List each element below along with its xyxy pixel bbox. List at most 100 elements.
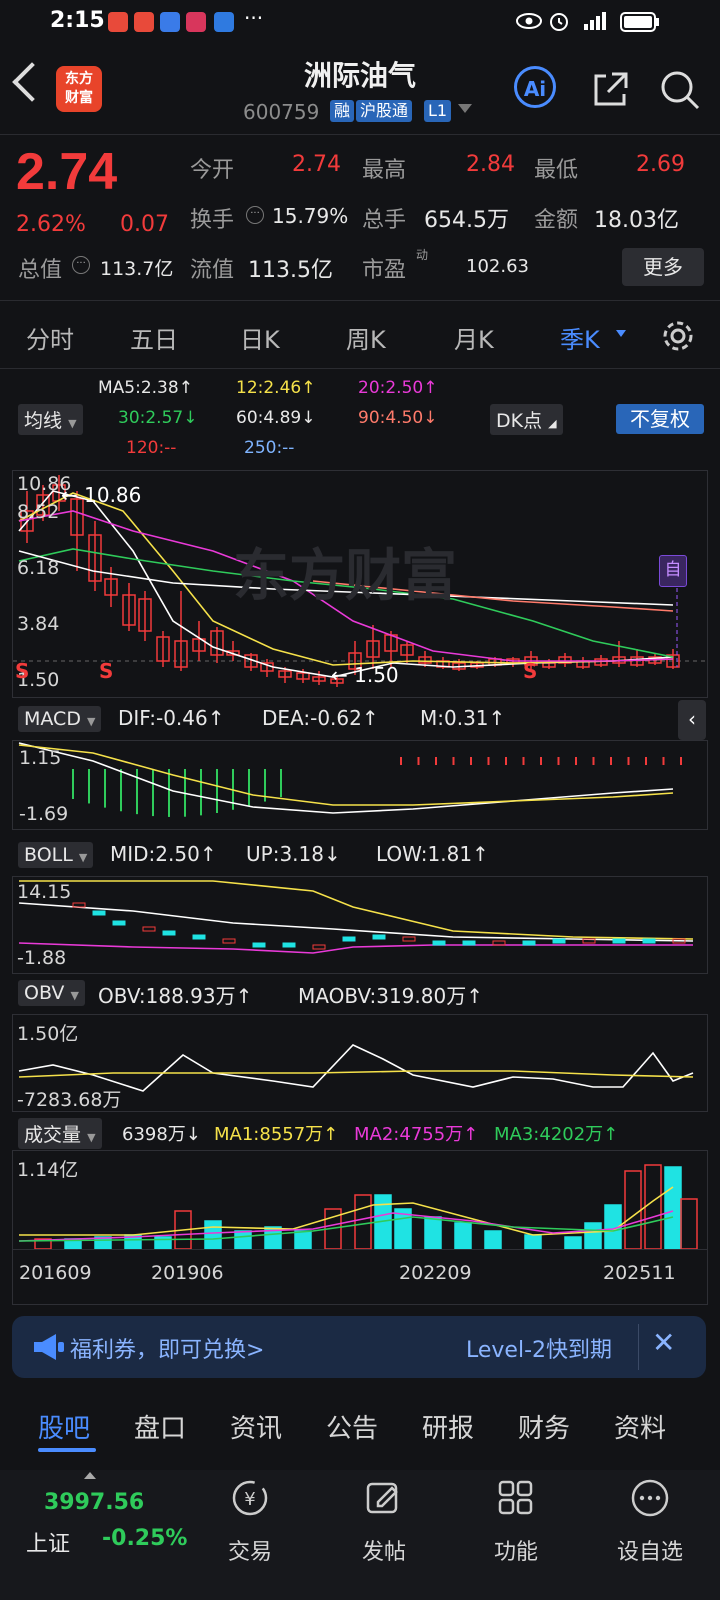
ma-selector[interactable]: 均线 ▼ — [18, 404, 83, 435]
tab-weekly-k[interactable]: 周K — [346, 320, 386, 355]
eye-icon — [516, 13, 542, 29]
app-notification-icon — [214, 12, 234, 32]
sell-signal: S — [523, 659, 538, 683]
nav-functions[interactable]: 功能 — [466, 1534, 566, 1566]
volume-bar — [564, 1236, 582, 1249]
volume-bar — [644, 1164, 662, 1249]
obv-chart[interactable]: 1.50亿 -7283.68万 — [12, 1014, 708, 1112]
boll-candle — [142, 926, 156, 932]
tab-quarterly-k[interactable]: 季K — [560, 320, 600, 355]
volume-bar — [454, 1222, 472, 1249]
post-icon[interactable] — [364, 1478, 404, 1518]
chevron-down-icon: ◢ — [548, 417, 557, 430]
volume-value: 6398万↓ — [122, 1124, 201, 1145]
tab-five-day[interactable]: 五日 — [130, 320, 178, 355]
boll-candle — [642, 938, 656, 944]
tab-orderbook[interactable]: 盘口 — [134, 1408, 186, 1445]
info-icon[interactable]: ··· — [72, 256, 90, 274]
ma20-legend: 20:2.50↑ — [358, 378, 438, 398]
share-icon[interactable] — [590, 70, 630, 110]
y-axis-label: 3.84 — [17, 613, 60, 635]
index-change[interactable]: -0.25% — [102, 1526, 187, 1551]
volume-selector[interactable]: 成交量 ▼ — [18, 1118, 102, 1149]
nav-post[interactable]: 发帖 — [334, 1534, 434, 1566]
tab-monthly-k[interactable]: 月K — [454, 320, 494, 355]
boll-low: LOW:1.81↑ — [376, 842, 489, 866]
ma5-legend: MA5:2.38↑ — [98, 378, 193, 398]
y-axis-label: 1.14亿 — [17, 1159, 79, 1181]
pe-superscript: 动 — [416, 248, 429, 262]
index-name[interactable]: 上证 — [26, 1526, 70, 1558]
boll-candle — [522, 940, 536, 946]
tab-news[interactable]: 资讯 — [230, 1408, 282, 1445]
x-axis: 201609 201906 202209 202511 — [12, 1250, 708, 1305]
tab-announcements[interactable]: 公告 — [326, 1408, 378, 1445]
float-label: 流值 — [190, 258, 235, 283]
volume-chart[interactable]: 1.14亿 — [12, 1150, 708, 1250]
more-button[interactable]: 更多 — [622, 248, 704, 286]
macd-svg — [18, 742, 682, 817]
chevron-down-icon: ▼ — [87, 1131, 96, 1144]
nav-trade[interactable]: 交易 — [200, 1534, 300, 1566]
battery-icon — [620, 12, 659, 32]
ma30-legend: 30:2.57↓ — [118, 408, 198, 428]
y-axis-label: 8.52 — [17, 501, 60, 523]
nav-add-watchlist[interactable]: 设自选 — [600, 1534, 700, 1566]
x-axis-label: 201609 — [19, 1262, 92, 1284]
adjust-button[interactable]: 不复权 — [616, 404, 704, 434]
boll-candle — [252, 942, 266, 948]
y-axis-label: 1.15 — [19, 747, 62, 769]
macd-chart[interactable]: 1.15 -1.69 — [12, 740, 708, 830]
chevron-up-icon[interactable] — [84, 1472, 96, 1479]
max-price-value: 10.86 — [84, 483, 142, 507]
grid-icon[interactable] — [496, 1478, 536, 1518]
chevron-down-icon[interactable] — [458, 104, 472, 113]
change-amount: 0.07 — [120, 212, 169, 237]
chevron-down-icon: ▼ — [70, 989, 79, 1002]
macd-m: M:0.31↑ — [420, 706, 506, 730]
chevron-down-icon[interactable] — [616, 330, 626, 337]
volume-bar — [234, 1230, 252, 1249]
y-axis-label: 6.18 — [17, 557, 60, 579]
min-price-marker: ← 1.50 — [331, 663, 399, 687]
trade-icon[interactable]: ¥ — [230, 1478, 270, 1518]
tab-daily-k[interactable]: 日K — [240, 320, 280, 355]
app-notification-icon — [108, 12, 128, 32]
macd-dea: DEA:-0.62↑ — [262, 706, 379, 730]
signal-icon — [584, 12, 606, 30]
boll-selector[interactable]: BOLL ▼ — [18, 842, 94, 868]
tab-intraday[interactable]: 分时 — [26, 320, 74, 355]
promo-banner[interactable]: 福利券，即可兑换> Level-2快到期 ✕ — [12, 1316, 706, 1378]
collapse-panel-button[interactable]: ‹ — [678, 700, 706, 740]
self-select-tag[interactable]: 自 — [659, 555, 687, 587]
obv-selector[interactable]: OBV ▼ — [18, 980, 85, 1006]
ai-button[interactable]: Ai — [514, 66, 556, 108]
kline-chart[interactable]: 东方财富 10.86 8.52 6.18 3.84 1.50 ← 10.86 ←… — [12, 470, 708, 698]
boll-up: UP:3.18↓ — [246, 842, 341, 866]
info-icon[interactable]: ··· — [246, 206, 264, 224]
index-value[interactable]: 3997.56 — [44, 1490, 144, 1515]
boll-mid: MID:2.50↑ — [110, 842, 217, 866]
divider — [0, 134, 720, 135]
gear-icon[interactable] — [660, 318, 696, 354]
volume-bar — [524, 1234, 542, 1249]
tab-forum[interactable]: 股吧 — [38, 1408, 90, 1445]
turnover-value: 15.79% — [272, 204, 349, 228]
macd-dif: DIF:-0.46↑ — [118, 706, 225, 730]
tab-research[interactable]: 研报 — [422, 1408, 474, 1445]
boll-candle — [162, 930, 176, 936]
tab-profile[interactable]: 资料 — [614, 1408, 666, 1445]
search-icon[interactable] — [658, 68, 702, 112]
open-label: 今开 — [190, 158, 235, 183]
volume-ma2: MA2:4755万↑ — [354, 1124, 479, 1145]
boll-svg — [18, 880, 694, 954]
max-price-marker: ← 10.86 — [61, 483, 142, 507]
boll-chart[interactable]: 14.15 -1.88 — [12, 876, 708, 974]
high-value: 2.84 — [466, 152, 515, 177]
tab-financials[interactable]: 财务 — [518, 1408, 570, 1445]
ma-selector-label: 均线 — [24, 410, 63, 432]
close-icon[interactable]: ✕ — [652, 1326, 675, 1359]
macd-selector[interactable]: MACD ▼ — [18, 706, 102, 732]
dk-point-button[interactable]: DK点 ◢ — [490, 404, 563, 435]
more-circle-icon[interactable] — [630, 1478, 670, 1518]
